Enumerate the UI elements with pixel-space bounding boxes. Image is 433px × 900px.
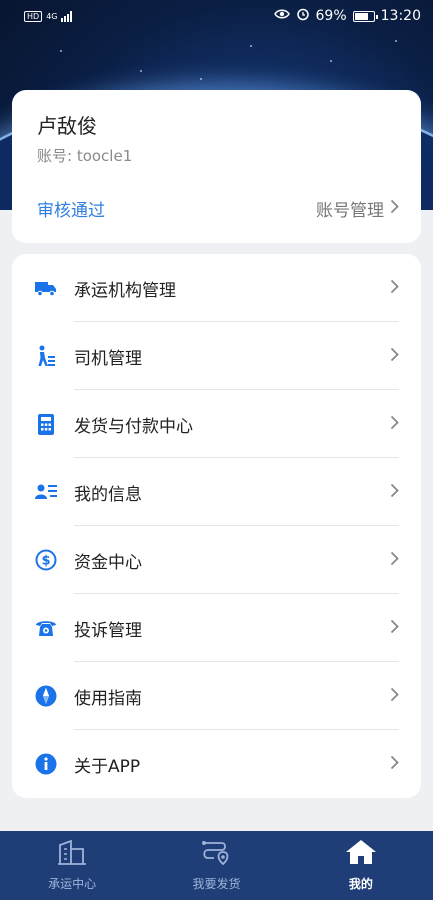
alarm-icon	[296, 7, 310, 25]
profile-card-icon	[35, 481, 57, 503]
review-status: 审核通过	[37, 201, 105, 221]
hd-label: HD	[24, 10, 43, 22]
chevron-right-icon	[390, 279, 399, 298]
signal-icon	[61, 10, 73, 22]
tab-label: 承运中心	[48, 877, 97, 891]
menu-item-label: 资金中心	[74, 552, 142, 573]
info-icon	[35, 753, 57, 775]
menu-item-guide[interactable]: 使用指南	[12, 662, 421, 730]
menu-item-carrier-org[interactable]: 承运机构管理	[12, 254, 421, 322]
menu-item-shipping-payment[interactable]: 发货与付款中心	[12, 390, 421, 458]
user-account: 账号: toocle1	[37, 147, 133, 165]
network-type: 4G	[46, 11, 58, 21]
dollar-icon: $	[35, 549, 57, 571]
svg-text:$: $	[41, 554, 50, 569]
tab-carrier-center[interactable]: 承运中心	[0, 831, 144, 900]
menu-item-about[interactable]: 关于APP	[12, 730, 421, 798]
menu-item-complaints[interactable]: 投诉管理	[12, 594, 421, 662]
menu-item-funds[interactable]: $ 资金中心	[12, 526, 421, 594]
account-manage-label: 账号管理	[316, 201, 384, 221]
menu-item-driver[interactable]: 司机管理	[12, 322, 421, 390]
menu-item-label: 关于APP	[74, 756, 141, 777]
menu-item-label: 我的信息	[74, 484, 142, 505]
chevron-right-icon	[390, 415, 399, 434]
chevron-right-icon	[390, 755, 399, 774]
driver-icon	[35, 345, 57, 367]
eye-icon	[273, 8, 290, 24]
home-icon	[345, 839, 377, 869]
chevron-right-icon	[390, 619, 399, 638]
telephone-icon	[35, 617, 57, 639]
tab-ship-goods[interactable]: 我要发货	[144, 831, 288, 900]
route-pin-icon	[200, 839, 232, 869]
chevron-right-icon	[390, 199, 399, 219]
user-card: 卢敌俊 账号: toocle1 审核通过 账号管理	[12, 90, 421, 243]
menu-item-label: 投诉管理	[74, 620, 142, 641]
tab-mine[interactable]: 我的	[289, 831, 433, 900]
menu-item-my-info[interactable]: 我的信息	[12, 458, 421, 526]
menu-card: 承运机构管理 司机管理 发货与付款中心 我的信息 $ 资金中心 投诉管理 使用指…	[12, 254, 421, 798]
chevron-right-icon	[390, 483, 399, 502]
calculator-icon	[35, 413, 57, 435]
tab-label: 我的	[348, 877, 373, 891]
user-name: 卢敌俊	[37, 114, 97, 138]
battery-percent: 69%	[315, 8, 347, 24]
account-manage-link[interactable]: 账号管理	[316, 196, 399, 221]
clock: 13:20	[380, 8, 421, 24]
tab-label: 我要发货	[192, 877, 241, 891]
building-icon	[57, 839, 87, 869]
compass-icon	[35, 685, 57, 707]
battery-icon	[352, 10, 378, 22]
chevron-right-icon	[390, 687, 399, 706]
bottom-tab-bar: 承运中心 我要发货 我的	[0, 831, 433, 900]
menu-item-label: 承运机构管理	[74, 280, 176, 301]
menu-item-label: 发货与付款中心	[74, 416, 193, 437]
status-bar: HD 4G 69% 13:20	[0, 0, 433, 32]
menu-item-label: 使用指南	[74, 688, 142, 709]
menu-item-label: 司机管理	[74, 348, 142, 369]
chevron-right-icon	[390, 347, 399, 366]
chevron-right-icon	[390, 551, 399, 570]
truck-icon	[35, 277, 57, 299]
